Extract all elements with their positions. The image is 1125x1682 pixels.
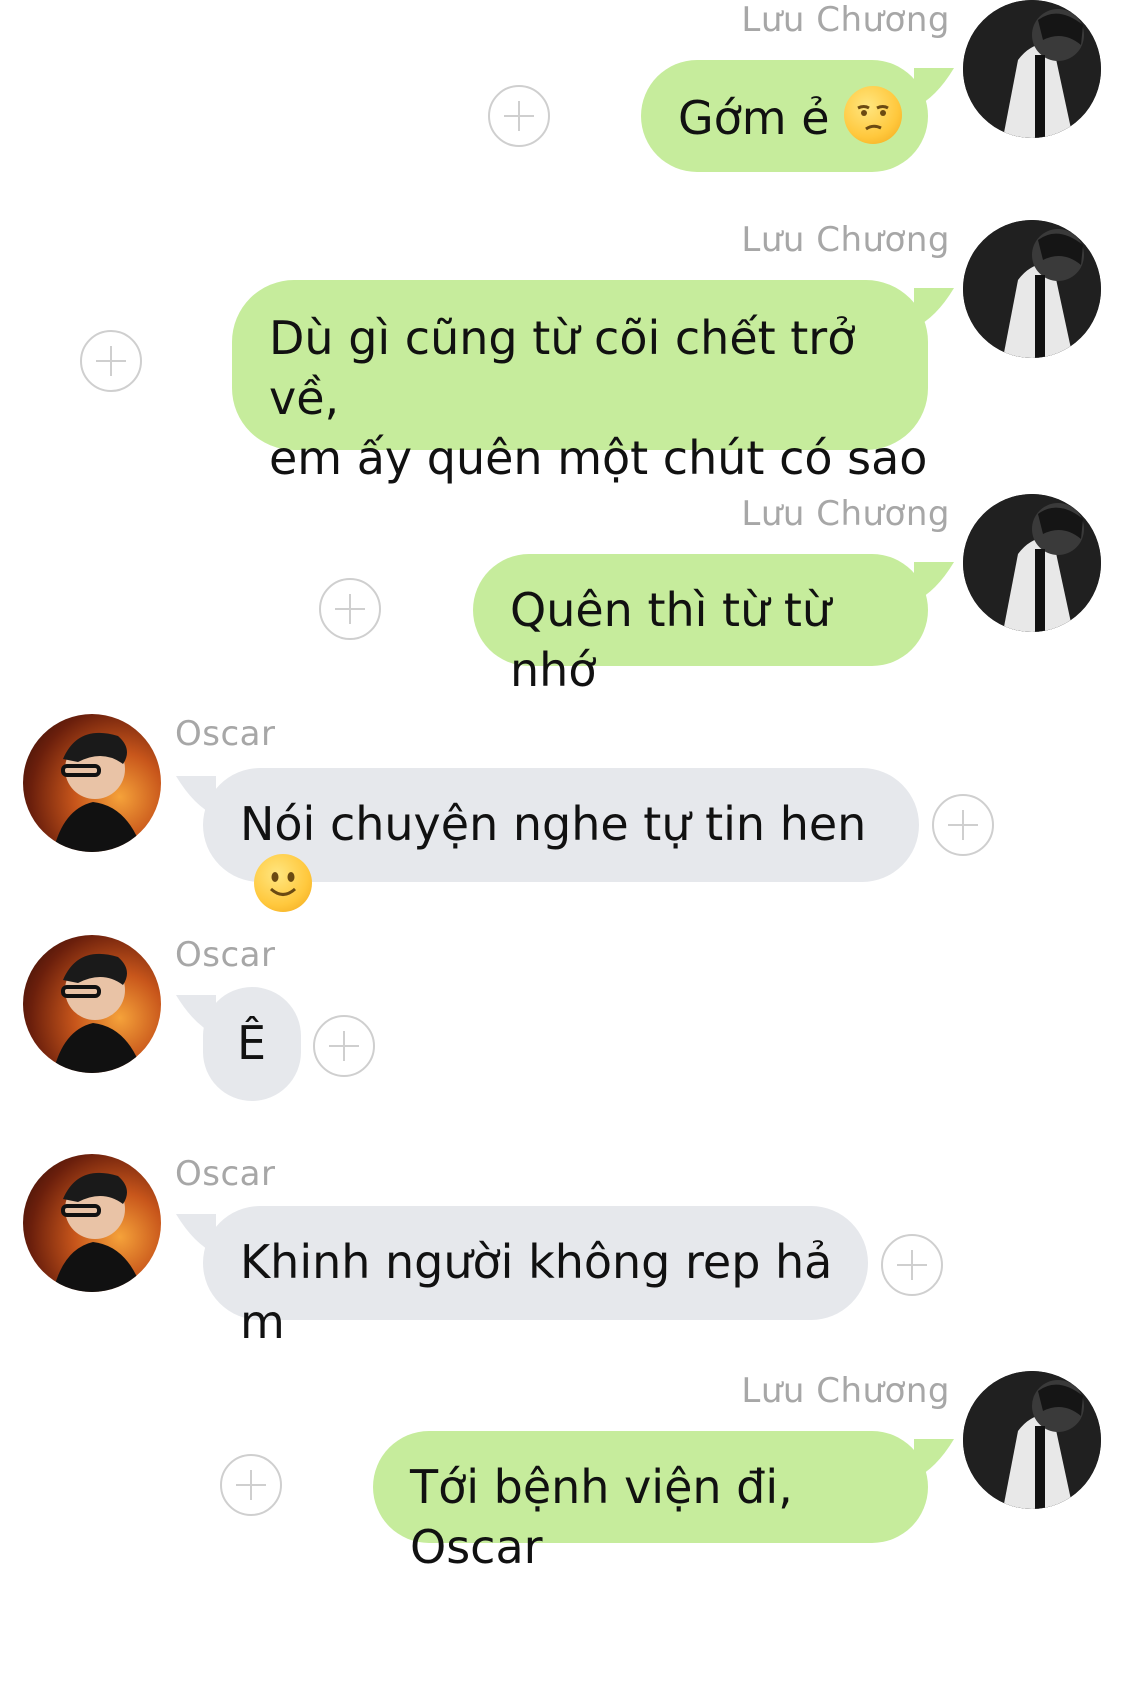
- add-reaction-button[interactable]: [319, 578, 381, 640]
- message-bubble[interactable]: Khinh người không rep hả m: [176, 1206, 868, 1349]
- avatar-luu-chuong[interactable]: [963, 1371, 1101, 1509]
- message-row: Oscar Khinh người không rep hả m: [0, 1154, 1125, 1349]
- message-text: Tới bệnh viện đi, Oscar: [410, 1460, 793, 1574]
- message-text: Nói chuyện nghe tự tin hen: [240, 797, 867, 851]
- message-bubble[interactable]: Gớm ẻ: [641, 60, 954, 172]
- sender-name: Lưu Chương: [741, 0, 950, 40]
- message-row: Lưu Chương Quên thì từ từ nhớ: [0, 494, 1125, 697]
- message-text: Quên thì từ từ nhớ: [510, 583, 832, 697]
- message-bubble[interactable]: Dù gì cũng từ cõi chết trở về, em ấy quê…: [232, 280, 954, 485]
- sender-name: Oscar: [175, 935, 276, 975]
- avatar-oscar[interactable]: [23, 1154, 161, 1292]
- unamused-face-icon: [843, 86, 902, 144]
- sender-name: Lưu Chương: [741, 220, 950, 260]
- message-bubble[interactable]: Quên thì từ từ nhớ: [473, 554, 954, 697]
- add-reaction-button[interactable]: [313, 1015, 375, 1077]
- avatar-luu-chuong[interactable]: [963, 0, 1101, 138]
- add-reaction-button[interactable]: [220, 1454, 282, 1516]
- message-bubble[interactable]: Ê: [176, 987, 301, 1101]
- add-reaction-button[interactable]: [932, 794, 994, 856]
- add-reaction-button[interactable]: [488, 85, 550, 147]
- message-bubble[interactable]: Nói chuyện nghe tự tin hen: [176, 768, 919, 912]
- message-row: Lưu Chương Tới bệnh viện đi, Oscar: [0, 1371, 1125, 1574]
- sender-name: Lưu Chương: [741, 1371, 950, 1411]
- slightly-smiling-face-icon: [254, 854, 312, 912]
- add-reaction-button[interactable]: [881, 1234, 943, 1296]
- message-text: Dù gì cũng từ cõi chết trở về, em ấy quê…: [269, 311, 928, 485]
- sender-name: Oscar: [175, 1154, 276, 1194]
- sender-name: Oscar: [175, 714, 276, 754]
- avatar-luu-chuong[interactable]: [963, 494, 1101, 632]
- message-row: Oscar Nói chuyện nghe tự tin hen: [0, 714, 1125, 912]
- message-row: Oscar Ê: [0, 935, 1125, 1105]
- message-row: Lưu Chương Dù gì cũng từ cõi chết trở về…: [0, 220, 1125, 485]
- avatar-oscar[interactable]: [23, 714, 161, 852]
- message-text: Khinh người không rep hả m: [240, 1235, 833, 1349]
- add-reaction-button[interactable]: [80, 330, 142, 392]
- message-text: Ê: [237, 1016, 267, 1070]
- sender-name: Lưu Chương: [741, 494, 950, 534]
- message-text: Gớm ẻ: [678, 91, 830, 145]
- avatar-luu-chuong[interactable]: [963, 220, 1101, 358]
- message-row: Lưu Chương Gớm ẻ: [0, 0, 1125, 172]
- message-bubble[interactable]: Tới bệnh viện đi, Oscar: [373, 1431, 954, 1574]
- avatar-oscar[interactable]: [23, 935, 161, 1073]
